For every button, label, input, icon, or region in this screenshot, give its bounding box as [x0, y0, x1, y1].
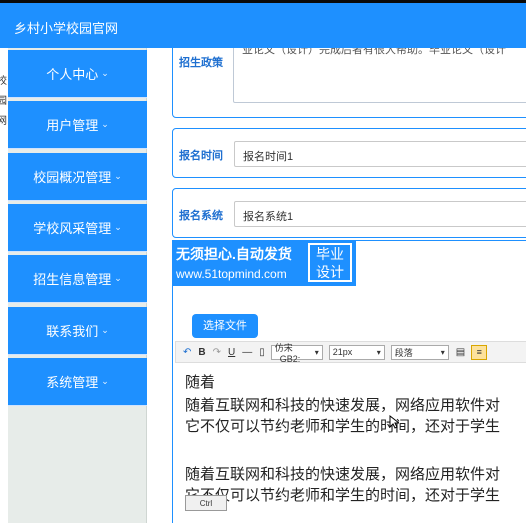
banner-line-2: www.51topmind.com: [176, 267, 287, 281]
font-size-select[interactable]: 21px ▾: [328, 344, 385, 360]
editor-line: 它不仅可以节约老师和学生的时间，还对于学生: [185, 418, 501, 435]
left-strip-char: 网: [0, 116, 7, 127]
sidebar-item-label: 个人中心: [46, 67, 99, 82]
time-field-group: 报名时间 报名时间1: [172, 128, 526, 178]
site-title: 乡村小学校园官网: [14, 21, 119, 36]
align-left-button[interactable]: ≡: [471, 344, 488, 360]
top-header: 乡村小学校园官网: [0, 0, 526, 48]
policy-field-group: 招生政策 业论文（设计）完成后者有很大帮助。毕业论文（设计: [172, 48, 526, 118]
undo-icon[interactable]: ↶: [183, 347, 191, 358]
sidebar-item-label: 系统管理: [46, 375, 99, 390]
time-label: 报名时间: [179, 150, 223, 162]
underline-button[interactable]: U: [228, 347, 235, 358]
sidebar-item-contact-us[interactable]: 联系我们 ⌄: [8, 307, 147, 355]
sidebar-item-campus-overview[interactable]: 校园概况管理 ⌄: [8, 153, 147, 201]
sidebar-item-label: 用户管理: [46, 118, 99, 133]
sidebar-item-label: 招生信息管理: [33, 272, 112, 287]
sidebar: 个人中心 ⌄ 用户管理 ⌄ 校园概况管理 ⌄ 学校风采管理 ⌄ 招生信息管理 ⌄ 联系我们…: [8, 48, 147, 523]
font-family-select[interactable]: 仿宋_GB2: ▾: [270, 343, 323, 364]
banner-badge: 毕业 设计: [308, 243, 352, 282]
dropdown-arrow-icon: ▾: [314, 347, 319, 357]
left-strip-char: 园: [0, 96, 7, 107]
main-form-area: 招生政策 业论文（设计）完成后者有很大帮助。毕业论文（设计 报名时间 报名时间1…: [147, 48, 526, 523]
dropdown-arrow-icon: ▾: [440, 347, 445, 357]
sidebar-item-system-management[interactable]: 系统管理 ⌄: [8, 358, 147, 406]
chevron-down-icon: ⌄: [101, 376, 109, 386]
system-field-group: 报名系统 报名系统1: [172, 188, 526, 238]
chevron-down-icon: ⌄: [114, 273, 122, 283]
system-input[interactable]: 报名系统1: [234, 201, 526, 227]
left-edge-strip: 校 园 网: [0, 48, 8, 523]
chevron-down-icon: ⌄: [101, 119, 109, 129]
editor-line: 随着: [185, 374, 216, 391]
sidebar-item-school-style[interactable]: 学校风采管理 ⌄: [8, 204, 147, 252]
sidebar-item-label: 学校风采管理: [33, 221, 112, 236]
chevron-down-icon: ⌄: [101, 68, 109, 78]
sidebar-item-personal-center[interactable]: 个人中心 ⌄: [8, 50, 147, 98]
ad-banner: 无须担心.自动发货 www.51topmind.com 毕业 设计: [172, 240, 356, 286]
system-label: 报名系统: [179, 210, 223, 222]
paste-options-chip[interactable]: Ctrl: [185, 495, 227, 511]
chevron-down-icon: ⌄: [114, 222, 122, 232]
policy-textarea[interactable]: 业论文（设计）完成后者有很大帮助。毕业论文（设计: [233, 48, 526, 103]
editor-toolbar: ↶ B ↷ U — ▯ 仿宋_GB2: ▾ 21px ▾ 段落 ▾ ▤ ≡: [175, 341, 526, 364]
horizontal-rule-button[interactable]: —: [242, 347, 252, 358]
sidebar-item-enrollment-info[interactable]: 招生信息管理 ⌄: [8, 255, 147, 303]
sidebar-item-label: 联系我们: [46, 324, 99, 339]
sidebar-item-label: 校园概况管理: [33, 170, 112, 185]
document-icon[interactable]: ▯: [259, 347, 265, 358]
redo-icon[interactable]: ↷: [213, 347, 221, 358]
dropdown-arrow-icon: ▾: [376, 347, 381, 357]
sidebar-item-user-management[interactable]: 用户管理 ⌄: [8, 101, 147, 149]
table-icon[interactable]: ▤: [456, 347, 465, 358]
time-input[interactable]: 报名时间1: [234, 141, 526, 167]
bold-button[interactable]: B: [198, 347, 205, 358]
chevron-down-icon: ⌄: [101, 325, 109, 335]
paragraph-select[interactable]: 段落 ▾: [390, 344, 449, 360]
policy-label: 招生政策: [179, 57, 223, 69]
editor-line: 随着互联网和科技的快速发展，网络应用软件对: [185, 466, 501, 483]
choose-file-button[interactable]: 选择文件: [192, 314, 258, 338]
chevron-down-icon: ⌄: [114, 171, 122, 181]
banner-line-1: 无须担心.自动发货: [176, 246, 292, 262]
text-cursor-icon: [389, 415, 399, 429]
editor-line: 随着互联网和科技的快速发展，网络应用软件对: [185, 397, 501, 414]
left-strip-char: 校: [0, 76, 7, 87]
editor-line: 它不仅可以节约老师和学生的时间，还对于学生: [185, 487, 501, 504]
